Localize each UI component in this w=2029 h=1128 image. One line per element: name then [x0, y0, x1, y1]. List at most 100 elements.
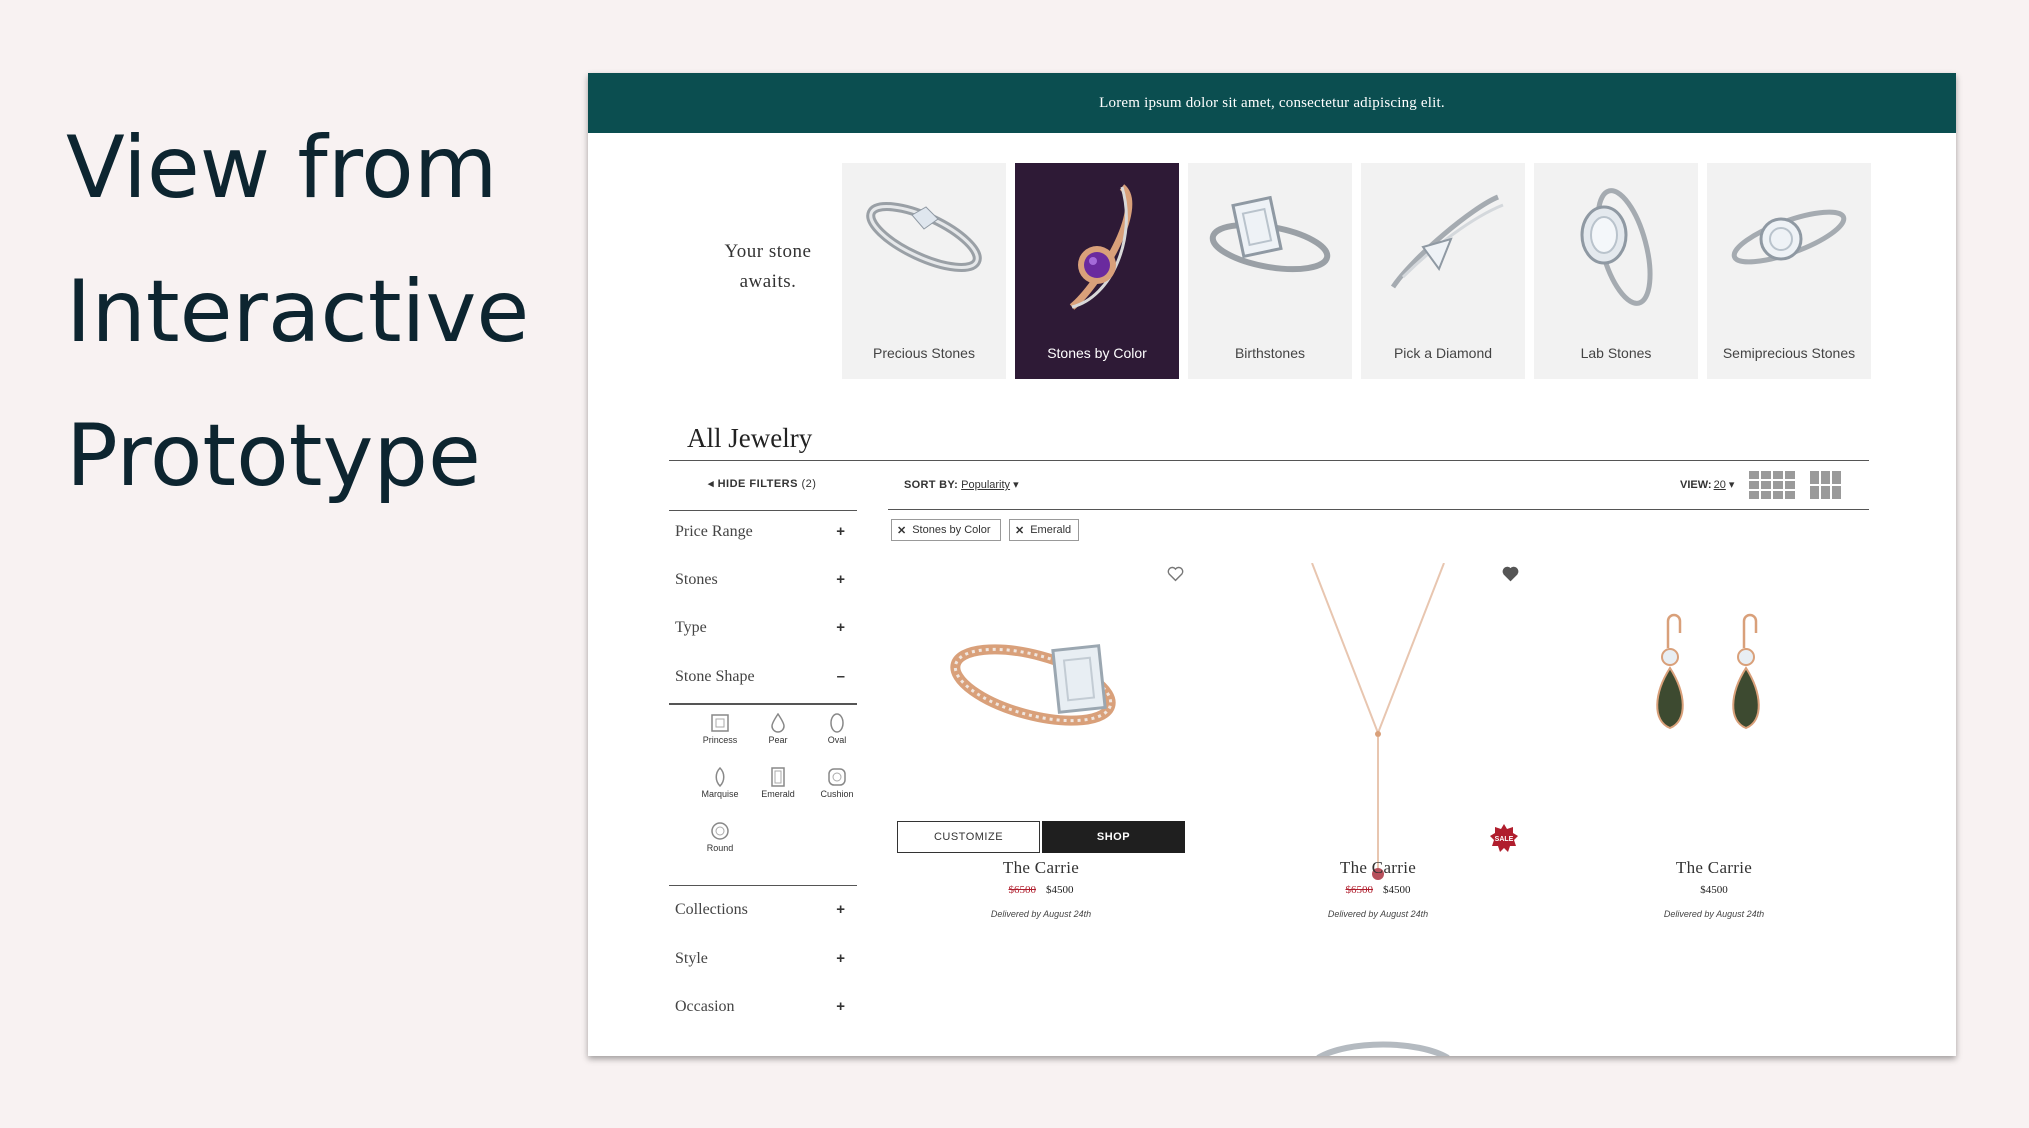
oval-cut-icon: [830, 713, 844, 733]
category-stones-by-color[interactable]: Stones by Color: [1015, 163, 1179, 379]
product-image[interactable]: [1298, 563, 1458, 888]
category-label: Pick a Diamond: [1393, 345, 1493, 361]
divider: [669, 460, 1869, 461]
product-name[interactable]: The Carrie: [1589, 858, 1839, 878]
heart-outline-icon[interactable]: [1167, 566, 1184, 582]
filter-metal-partial: [675, 1046, 845, 1056]
filter-stones[interactable]: Stones +: [675, 571, 845, 589]
sale-badge: SALE: [1490, 824, 1518, 852]
category-lab-stones[interactable]: Lab Stones: [1534, 163, 1698, 379]
headline: View from Interactive Prototype: [66, 96, 566, 528]
princess-cut-icon: [711, 714, 729, 732]
divider: [669, 703, 857, 705]
shape-label: Round: [706, 843, 734, 853]
product-name[interactable]: The Carrie: [1253, 858, 1503, 878]
filter-type[interactable]: Type +: [675, 619, 845, 637]
product-name[interactable]: The Carrie: [916, 858, 1166, 878]
filter-price-range[interactable]: Price Range +: [675, 523, 845, 541]
shape-label: Cushion: [820, 789, 854, 799]
emerald-cut-icon: [771, 767, 785, 787]
shape-label: Princess: [702, 735, 738, 745]
shape-label: Pear: [768, 735, 788, 745]
filter-label: Style: [675, 950, 708, 967]
remove-icon[interactable]: ✕: [897, 524, 906, 537]
round-cut-icon: [711, 822, 729, 840]
shape-marquise[interactable]: Marquise: [691, 767, 749, 799]
filter-stone-shape[interactable]: Stone Shape –: [675, 668, 845, 686]
filter-label: Stone Shape: [675, 668, 755, 685]
caret-down-icon: ▾: [1013, 479, 1019, 491]
shape-label: Emerald: [761, 789, 795, 799]
marquise-cut-icon: [715, 767, 725, 787]
shape-pear[interactable]: Pear: [749, 713, 807, 745]
filter-collections[interactable]: Collections +: [675, 901, 845, 919]
page-title: All Jewelry: [687, 423, 813, 453]
expand-icon: +: [836, 571, 845, 588]
headline-line: View from: [66, 118, 498, 218]
hide-filters-label: HIDE FILTERS: [717, 478, 798, 490]
sort-value: Popularity: [961, 479, 1011, 491]
shape-oval[interactable]: Oval: [808, 713, 866, 745]
product-image[interactable]: [1648, 613, 1788, 763]
banner-text: Lorem ipsum dolor sit amet, consectetur …: [1099, 94, 1445, 111]
delivery-date: Delivered by August 24th: [1663, 909, 1765, 919]
category-semiprecious-stones[interactable]: Semiprecious Stones: [1707, 163, 1871, 379]
heart-filled-icon[interactable]: [1502, 566, 1519, 582]
sale-price: $4500: [1383, 884, 1411, 896]
ring-icon: [1069, 184, 1133, 310]
tagline: Your stone awaits.: [678, 237, 858, 297]
shape-princess[interactable]: Princess: [691, 713, 749, 745]
sale-price: $4500: [1700, 884, 1728, 896]
filter-style[interactable]: Style +: [675, 950, 845, 968]
category-precious-stones[interactable]: Precious Stones: [842, 163, 1006, 379]
category-label: Stones by Color: [1047, 345, 1147, 361]
divider: [888, 509, 1869, 510]
shop-button[interactable]: SHOP: [1042, 821, 1185, 853]
product-image[interactable]: [1308, 1038, 1458, 1056]
remove-icon[interactable]: ✕: [1015, 524, 1024, 537]
divider: [669, 885, 857, 886]
category-pick-a-diamond[interactable]: Pick a Diamond: [1361, 163, 1525, 379]
product-image[interactable]: [948, 613, 1128, 743]
filter-label: Type: [675, 619, 707, 636]
grid-3-icon[interactable]: [1810, 471, 1842, 501]
customize-button[interactable]: CUSTOMIZE: [897, 821, 1040, 853]
shape-cushion[interactable]: Cushion: [808, 767, 866, 799]
category-label: Semiprecious Stones: [1722, 345, 1856, 361]
hide-filters-button[interactable]: ◂ HIDE FILTERS (2): [708, 477, 816, 490]
product-price: $4500: [1589, 884, 1839, 896]
active-filter-chip[interactable]: ✕ Stones by Color: [891, 519, 1001, 541]
ring-icon: [1731, 209, 1847, 265]
grid-4-icon[interactable]: [1749, 471, 1795, 501]
expand-icon: +: [836, 950, 845, 967]
shape-label: Oval: [827, 735, 847, 745]
shape-label: Marquise: [701, 789, 739, 799]
category-birthstones[interactable]: Birthstones: [1188, 163, 1352, 379]
sort-label: SORT BY:: [904, 479, 959, 491]
filter-label: Price Range: [675, 523, 753, 540]
divider: [669, 510, 857, 511]
announcement-banner: Lorem ipsum dolor sit amet, consectetur …: [588, 73, 1956, 133]
filter-label: Collections: [675, 901, 748, 918]
collapse-icon: –: [836, 668, 845, 685]
sort-by[interactable]: SORT BY: Popularity ▾: [904, 478, 1019, 491]
chevron-left-icon: ◂: [708, 478, 715, 490]
view-value: 20: [1713, 479, 1726, 491]
headline-line: Prototype: [66, 406, 481, 506]
shape-emerald[interactable]: Emerald: [749, 767, 807, 799]
sale-price: $4500: [1046, 884, 1074, 896]
shape-round[interactable]: Round: [691, 821, 749, 853]
filter-occasion[interactable]: Occasion +: [675, 998, 845, 1016]
active-filter-chip[interactable]: ✕ Emerald: [1009, 519, 1079, 541]
category-label: Birthstones: [1234, 345, 1306, 361]
delivery-date: Delivered by August 24th: [990, 909, 1092, 919]
category-label: Precious Stones: [873, 345, 975, 361]
view-count[interactable]: VIEW: 20 ▾: [1680, 478, 1734, 491]
cushion-cut-icon: [828, 768, 846, 786]
pear-cut-icon: [771, 713, 785, 733]
original-price: $6500: [1008, 884, 1037, 896]
ring-icon: [866, 202, 982, 272]
chip-label: Emerald: [1030, 524, 1072, 536]
filter-label: [675, 1046, 679, 1056]
prototype-window: Lorem ipsum dolor sit amet, consectetur …: [588, 73, 1956, 1056]
